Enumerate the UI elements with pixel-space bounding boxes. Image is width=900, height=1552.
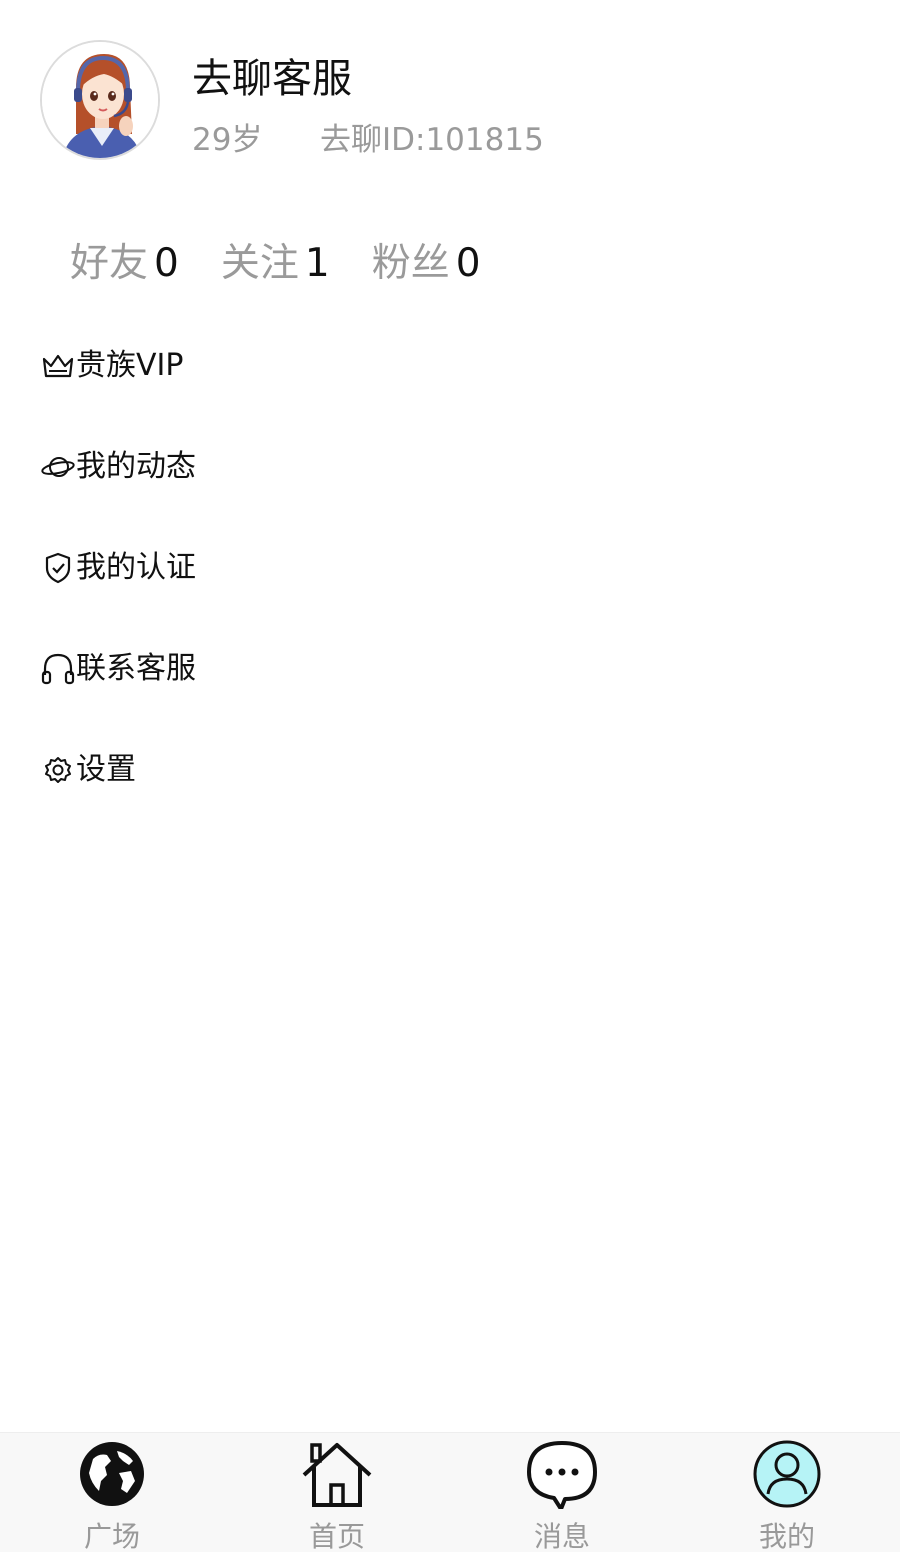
tab-label: 广场 xyxy=(83,1520,140,1552)
stat-label: 关注 xyxy=(220,241,299,286)
menu-item-vip[interactable]: 贵族VIP xyxy=(40,340,860,441)
stat-count: 1 xyxy=(304,241,330,286)
stat-label: 粉丝 xyxy=(371,241,450,286)
headphones-icon xyxy=(41,653,75,685)
stat-friends[interactable]: 好友 0 xyxy=(70,232,179,288)
planet-icon xyxy=(41,457,75,477)
menu-item-label: 我的认证 xyxy=(76,550,196,585)
stat-label: 好友 xyxy=(70,241,149,286)
tab-label: 我的 xyxy=(758,1520,815,1552)
stat-count: 0 xyxy=(154,241,179,286)
menu-item-moments[interactable]: 我的动态 xyxy=(40,441,860,542)
home-icon xyxy=(302,1443,372,1507)
profile-menu: 贵族VIP 我的动态 我的认证 联系客服 设置 xyxy=(40,340,860,845)
stat-fans[interactable]: 粉丝 0 xyxy=(372,232,481,288)
menu-item-settings[interactable]: 设置 xyxy=(40,744,860,845)
avatar[interactable] xyxy=(40,40,160,160)
menu-item-label: 联系客服 xyxy=(76,651,196,686)
crown-icon xyxy=(42,354,74,378)
tab-messages[interactable]: 消息 xyxy=(482,1433,642,1552)
menu-item-verification[interactable]: 我的认证 xyxy=(40,542,860,643)
customer-service-avatar-icon xyxy=(42,42,158,158)
tab-label: 消息 xyxy=(533,1520,590,1552)
menu-item-label: 我的动态 xyxy=(76,449,196,484)
stat-count: 0 xyxy=(455,241,481,286)
bottom-tab-bar: 广场 首页 消息 我的 xyxy=(0,1432,900,1552)
menu-item-label: 设置 xyxy=(76,752,136,787)
tab-square[interactable]: 广场 xyxy=(32,1433,192,1552)
profile-name: 去聊客服 xyxy=(192,56,352,102)
tab-home[interactable]: 首页 xyxy=(257,1433,417,1552)
profile-meta: 29岁 去聊ID:101815 xyxy=(192,114,544,159)
stat-following[interactable]: 关注 1 xyxy=(221,232,330,288)
menu-item-label: 贵族VIP xyxy=(76,348,184,383)
chat-bubble-icon xyxy=(527,1441,597,1509)
user-icon xyxy=(753,1440,821,1508)
shield-check-icon xyxy=(45,552,71,584)
globe-icon xyxy=(80,1442,144,1506)
social-stats: 好友 0 关注 1 粉丝 0 xyxy=(70,232,523,288)
profile-age: 29岁 xyxy=(192,122,263,158)
profile-header: 去聊客服 29岁 去聊ID:101815 xyxy=(40,40,860,162)
profile-id: 去聊ID:101815 xyxy=(320,122,544,158)
tab-mine[interactable]: 我的 xyxy=(707,1433,867,1552)
menu-item-contact-support[interactable]: 联系客服 xyxy=(40,643,860,744)
gear-icon xyxy=(45,757,71,783)
tab-label: 首页 xyxy=(308,1520,365,1552)
